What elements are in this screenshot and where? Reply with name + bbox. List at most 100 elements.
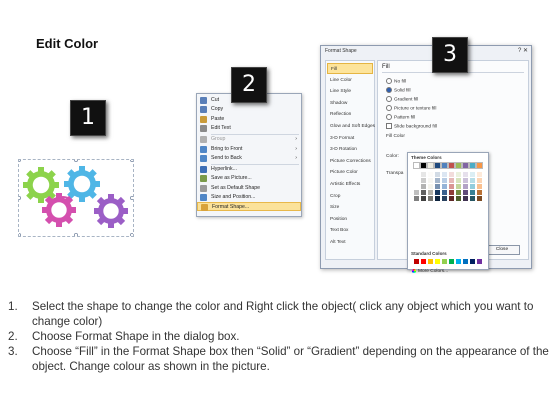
color-swatch[interactable] xyxy=(442,172,447,177)
color-swatch[interactable] xyxy=(414,196,419,201)
fill-checkbox[interactable]: Slide background fill xyxy=(386,123,437,129)
color-swatch[interactable] xyxy=(421,190,426,195)
color-swatch[interactable] xyxy=(463,190,468,195)
color-swatch[interactable] xyxy=(421,184,426,189)
more-colors-link[interactable]: More Colors... xyxy=(418,269,448,274)
color-swatch[interactable] xyxy=(449,184,454,189)
color-swatch[interactable] xyxy=(442,178,447,183)
color-swatch[interactable] xyxy=(470,184,475,189)
nav-item[interactable]: Position xyxy=(327,214,373,225)
nav-item[interactable]: Crop xyxy=(327,191,373,202)
color-swatch[interactable] xyxy=(470,172,475,177)
color-swatch[interactable] xyxy=(462,162,469,169)
color-swatch[interactable] xyxy=(421,259,426,264)
color-swatch[interactable] xyxy=(456,259,461,264)
context-menu-item[interactable]: Set as Default Shape xyxy=(197,184,301,193)
color-swatch[interactable] xyxy=(448,162,455,169)
color-swatch[interactable] xyxy=(428,172,433,177)
context-menu-item[interactable]: Paste xyxy=(197,115,301,124)
color-swatch[interactable] xyxy=(434,162,441,169)
color-swatch[interactable] xyxy=(463,184,468,189)
nav-item[interactable]: Size xyxy=(327,202,373,213)
context-menu-item[interactable]: Bring to Front › xyxy=(197,145,301,154)
selected-gears-shape[interactable] xyxy=(18,159,134,237)
color-swatch[interactable] xyxy=(421,196,426,201)
nav-item[interactable]: Picture Corrections xyxy=(327,156,373,167)
color-swatch[interactable] xyxy=(456,190,461,195)
color-swatch[interactable] xyxy=(463,196,468,201)
color-swatch[interactable] xyxy=(421,172,426,177)
color-swatch[interactable] xyxy=(428,190,433,195)
color-swatch[interactable] xyxy=(449,190,454,195)
color-swatch[interactable] xyxy=(463,178,468,183)
color-swatch[interactable] xyxy=(456,172,461,177)
color-swatch[interactable] xyxy=(435,172,440,177)
nav-item[interactable]: Line Style xyxy=(327,86,373,97)
color-swatch[interactable] xyxy=(435,178,440,183)
nav-item[interactable]: Alt Text xyxy=(327,237,373,248)
color-swatch[interactable] xyxy=(449,178,454,183)
color-swatch[interactable] xyxy=(470,190,475,195)
color-swatch[interactable] xyxy=(414,190,419,195)
fill-radio-option[interactable]: Gradient fill xyxy=(386,96,418,102)
selection-handle[interactable] xyxy=(130,196,133,200)
context-menu-item[interactable]: Save as Picture... xyxy=(197,174,301,183)
color-swatch[interactable] xyxy=(470,259,475,264)
color-swatch[interactable] xyxy=(442,259,447,264)
color-swatch[interactable] xyxy=(435,184,440,189)
color-swatch[interactable] xyxy=(414,259,419,264)
color-swatch[interactable] xyxy=(449,259,454,264)
color-swatch[interactable] xyxy=(449,196,454,201)
color-swatch[interactable] xyxy=(414,172,419,177)
color-swatch[interactable] xyxy=(476,162,483,169)
context-menu-item[interactable]: Send to Back › xyxy=(197,154,301,163)
selection-handle[interactable] xyxy=(74,233,78,236)
color-swatch[interactable] xyxy=(421,178,426,183)
color-swatch[interactable] xyxy=(477,172,482,177)
context-menu-item[interactable]: Copy xyxy=(197,105,301,114)
nav-item[interactable]: Fill xyxy=(327,63,373,74)
color-swatch[interactable] xyxy=(455,162,462,169)
color-swatch[interactable] xyxy=(463,172,468,177)
color-swatch[interactable] xyxy=(420,162,427,169)
color-swatch[interactable] xyxy=(435,196,440,201)
radio-button[interactable] xyxy=(386,114,392,120)
color-swatch[interactable] xyxy=(414,184,419,189)
radio-button[interactable] xyxy=(386,78,392,84)
selection-handle[interactable] xyxy=(130,160,133,162)
nav-item[interactable]: Reflection xyxy=(327,109,373,120)
radio-button[interactable] xyxy=(386,96,392,102)
selection-handle[interactable] xyxy=(19,196,21,200)
color-swatch[interactable] xyxy=(442,184,447,189)
color-swatch[interactable] xyxy=(477,259,482,264)
color-swatch[interactable] xyxy=(428,184,433,189)
context-menu-item[interactable]: Size and Position... xyxy=(197,193,301,202)
checkbox[interactable] xyxy=(386,123,392,129)
close-button[interactable]: Close xyxy=(484,245,520,255)
selection-handle[interactable] xyxy=(19,233,21,236)
color-swatch[interactable] xyxy=(456,196,461,201)
color-swatch[interactable] xyxy=(435,259,440,264)
color-swatch[interactable] xyxy=(470,178,475,183)
color-swatch[interactable] xyxy=(463,259,468,264)
color-swatch[interactable] xyxy=(414,178,419,183)
color-swatch[interactable] xyxy=(456,184,461,189)
color-swatch[interactable] xyxy=(442,190,447,195)
radio-button[interactable] xyxy=(386,105,392,111)
color-swatch[interactable] xyxy=(428,178,433,183)
selection-handle[interactable] xyxy=(130,233,133,236)
color-swatch[interactable] xyxy=(428,259,433,264)
selection-handle[interactable] xyxy=(74,160,78,162)
nav-item[interactable]: Artistic Effects xyxy=(327,179,373,190)
nav-item[interactable]: Glow and Soft Edges xyxy=(327,121,375,132)
context-menu-item[interactable]: Edit Text xyxy=(197,124,301,133)
color-swatch[interactable] xyxy=(435,190,440,195)
context-menu-item[interactable]: Group › xyxy=(197,135,301,144)
color-swatch[interactable] xyxy=(441,162,448,169)
nav-item[interactable]: Text Box xyxy=(327,225,373,236)
color-swatch[interactable] xyxy=(428,196,433,201)
color-swatch[interactable] xyxy=(477,190,482,195)
color-swatch[interactable] xyxy=(477,196,482,201)
context-menu-item[interactable]: Hyperlink... xyxy=(197,165,301,174)
nav-item[interactable]: Picture Color xyxy=(327,167,373,178)
